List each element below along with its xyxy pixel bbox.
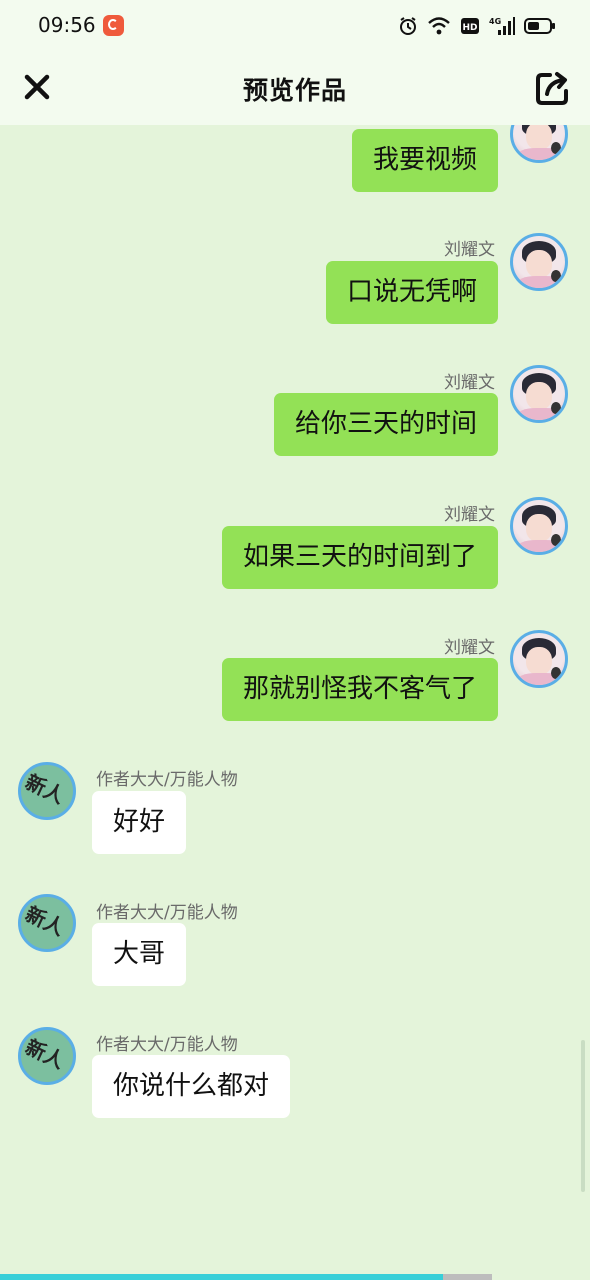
avatar[interactable]: [510, 497, 568, 555]
network-label: 4G: [489, 17, 501, 26]
status-time: 09:56: [38, 13, 96, 37]
hd-icon: HD: [461, 18, 479, 34]
playback-progress-bar[interactable]: [0, 1274, 492, 1280]
playback-progress-fill: [0, 1274, 443, 1280]
avatar[interactable]: 新人: [18, 762, 76, 820]
avatar[interactable]: [510, 365, 568, 423]
avatar[interactable]: [510, 233, 568, 291]
avatar-glyph: 新人: [21, 901, 69, 941]
avatar[interactable]: [510, 125, 568, 163]
battery-icon: [524, 18, 555, 34]
sender-name: 刘耀文: [444, 240, 495, 260]
status-bar: 09:56 HD 4G: [0, 0, 590, 52]
hd-label: HD: [462, 23, 477, 33]
avatar[interactable]: 新人: [18, 1027, 76, 1085]
message-bubble[interactable]: 你说什么都对: [92, 1055, 291, 1118]
signal-4g-icon: 4G: [489, 17, 515, 35]
share-button[interactable]: [534, 69, 572, 107]
app-header: 预览作品: [0, 52, 590, 125]
message-bubble[interactable]: 好好: [92, 791, 187, 854]
avatar[interactable]: 新人: [18, 894, 76, 952]
sender-name: 刘耀文: [444, 638, 495, 658]
sender-name: 刘耀文: [444, 373, 495, 393]
status-icons: HD 4G: [398, 14, 556, 38]
alarm-icon: [400, 17, 416, 35]
chat-message-list[interactable]: 我要视频 刘耀文 口说无凭啊 刘耀文 给你三天的时间 刘耀文 如果三天的时间到了…: [0, 125, 590, 1274]
message-bubble[interactable]: 那就别怪我不客气了: [221, 658, 498, 721]
sender-name: 作者大大/万能人物: [96, 770, 238, 790]
avatar[interactable]: [510, 630, 568, 688]
message-bubble[interactable]: 如果三天的时间到了: [221, 526, 498, 589]
avatar-glyph: 新人: [21, 769, 69, 809]
message-bubble[interactable]: 给你三天的时间: [273, 393, 498, 456]
wifi-icon: [428, 17, 450, 35]
sender-name: 作者大大/万能人物: [96, 1035, 238, 1055]
scrollbar[interactable]: [581, 1040, 585, 1192]
sender-name: 刘耀文: [444, 505, 495, 525]
avatar-glyph: 新人: [21, 1034, 69, 1074]
sender-name: 作者大大/万能人物: [96, 903, 238, 923]
message-bubble[interactable]: 我要视频: [351, 129, 498, 192]
message-bubble[interactable]: 口说无凭啊: [325, 261, 498, 324]
page-title: 预览作品: [242, 76, 347, 105]
message-bubble[interactable]: 大哥: [92, 923, 187, 986]
app-notification-icon: [103, 15, 124, 36]
